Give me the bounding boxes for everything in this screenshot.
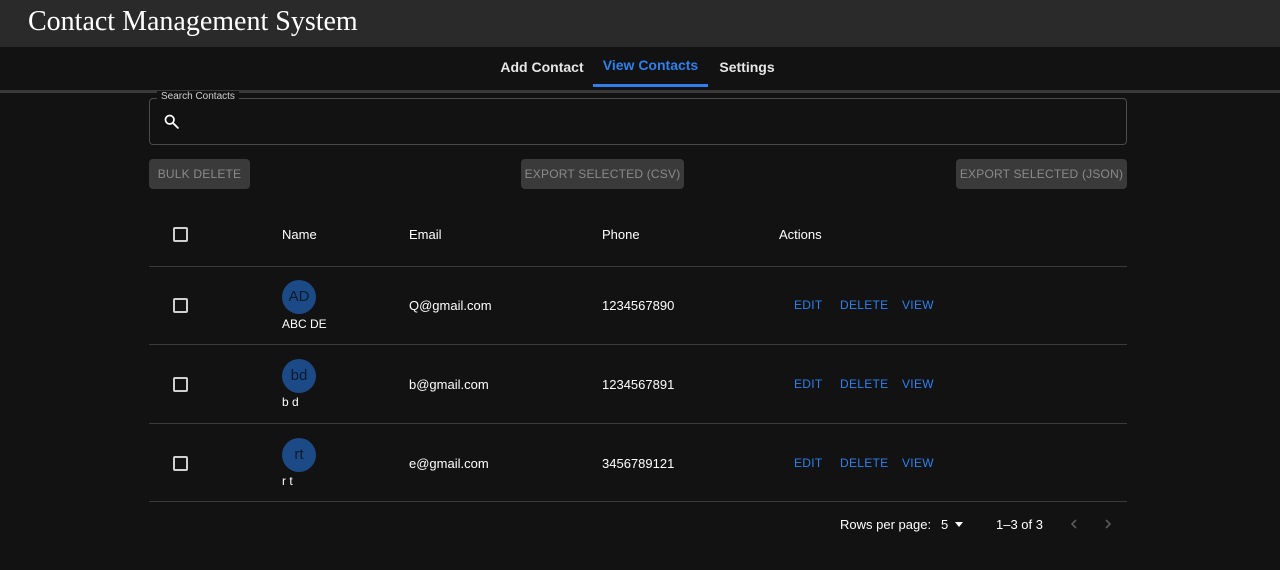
app-bar: Contact Management System [0,0,1280,47]
contact-email: e@gmail.com [409,456,489,471]
avatar: rt [282,438,316,472]
row-checkbox[interactable] [173,377,188,392]
contact-name: b d [282,395,299,409]
contact-phone: 1234567890 [602,298,675,313]
search-input[interactable] [192,105,1116,139]
avatar: AD [282,280,316,314]
select-all-checkbox[interactable] [173,227,188,242]
edit-button[interactable]: EDIT [794,298,823,312]
contact-name: r t [282,474,293,488]
export-json-button[interactable]: EXPORT SELECTED (JSON) [956,159,1127,189]
column-header-phone: Phone [602,227,640,242]
table-divider [149,423,1127,424]
rows-per-page-select[interactable]: 5 [941,517,948,532]
view-button[interactable]: VIEW [902,377,934,391]
delete-button[interactable]: DELETE [840,377,888,391]
rows-per-page-label: Rows per page: [840,517,932,532]
tab-add-contact[interactable]: Add Contact [497,47,587,88]
table-divider [149,344,1127,345]
edit-button[interactable]: EDIT [794,377,823,391]
active-tab-indicator [593,84,708,87]
contact-name: ABC DE [282,317,327,331]
search-icon [164,114,179,129]
search-label: Search Contacts [157,91,239,102]
chevron-left-icon[interactable] [1068,518,1080,530]
table-divider [149,501,1127,502]
table-divider [149,266,1127,267]
export-csv-button[interactable]: EXPORT SELECTED (CSV) [521,159,684,189]
pagination-range: 1–3 of 3 [996,517,1043,532]
chevron-right-icon[interactable] [1102,518,1114,530]
tab-settings[interactable]: Settings [714,47,780,88]
view-button[interactable]: VIEW [902,298,934,312]
caret-down-icon[interactable] [955,522,963,527]
delete-button[interactable]: DELETE [840,298,888,312]
contact-email: b@gmail.com [409,377,489,392]
column-header-actions: Actions [779,227,822,242]
avatar: bd [282,359,316,393]
row-checkbox[interactable] [173,456,188,471]
bulk-delete-button[interactable]: BULK DELETE [149,159,250,189]
column-header-name: Name [282,227,317,242]
row-checkbox[interactable] [173,298,188,313]
contact-email: Q@gmail.com [409,298,492,313]
delete-button[interactable]: DELETE [840,456,888,470]
column-header-email: Email [409,227,442,242]
view-button[interactable]: VIEW [902,456,934,470]
contact-phone: 1234567891 [602,377,675,392]
contact-phone: 3456789121 [602,456,675,471]
tab-view-contacts[interactable]: View Contacts [593,47,708,88]
app-title: Contact Management System [28,6,358,37]
edit-button[interactable]: EDIT [794,456,823,470]
